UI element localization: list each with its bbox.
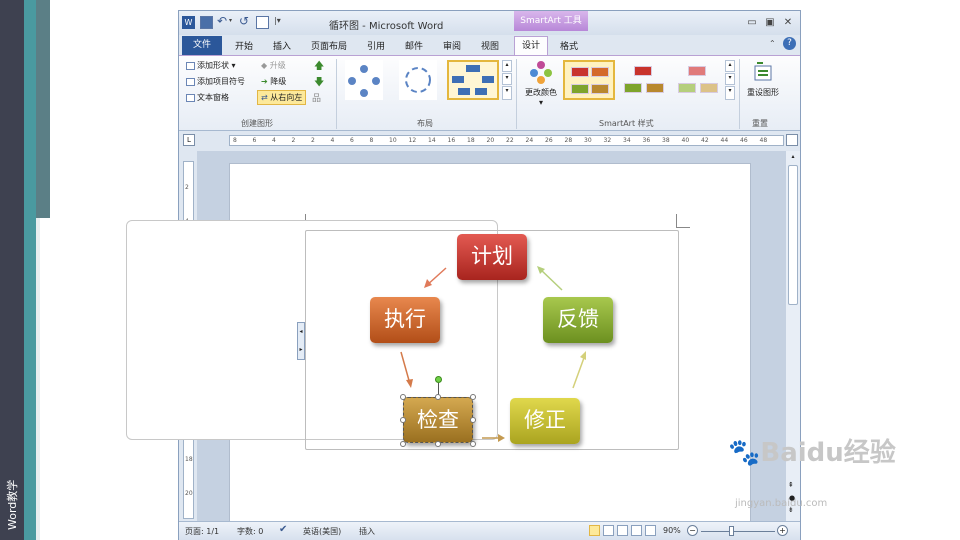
cycle-node-revise[interactable]: 修正 [510,398,580,444]
arrow-revise-to-feedback [572,354,586,389]
cycle-node-plan[interactable]: 计划 [457,234,527,280]
rotate-handle[interactable] [435,376,442,383]
resize-handle[interactable] [400,394,406,400]
baidu-watermark-url: jingyan.baidu.com [735,498,828,509]
resize-handle[interactable] [435,441,441,447]
cycle-node-feedback[interactable]: 反馈 [543,297,613,343]
resize-handle[interactable] [400,441,406,447]
resize-handle[interactable] [470,417,476,423]
arrow-execute-to-check [400,351,411,385]
cycle-node-execute[interactable]: 执行 [370,297,440,343]
resize-handle[interactable] [400,417,406,423]
arrow-head [406,379,413,388]
paw-icon: 🐾 [728,438,761,468]
baidu-watermark-logo: 🐾Baidu经验 [728,438,896,468]
arrow-head [424,279,432,288]
arrow-feedback-to-plan [539,268,563,291]
arrow-head [498,434,505,442]
resize-handle[interactable] [470,441,476,447]
resize-handle[interactable] [435,394,441,400]
cycle-node-check-selected[interactable]: 检查 [403,397,473,443]
resize-handle[interactable] [470,394,476,400]
